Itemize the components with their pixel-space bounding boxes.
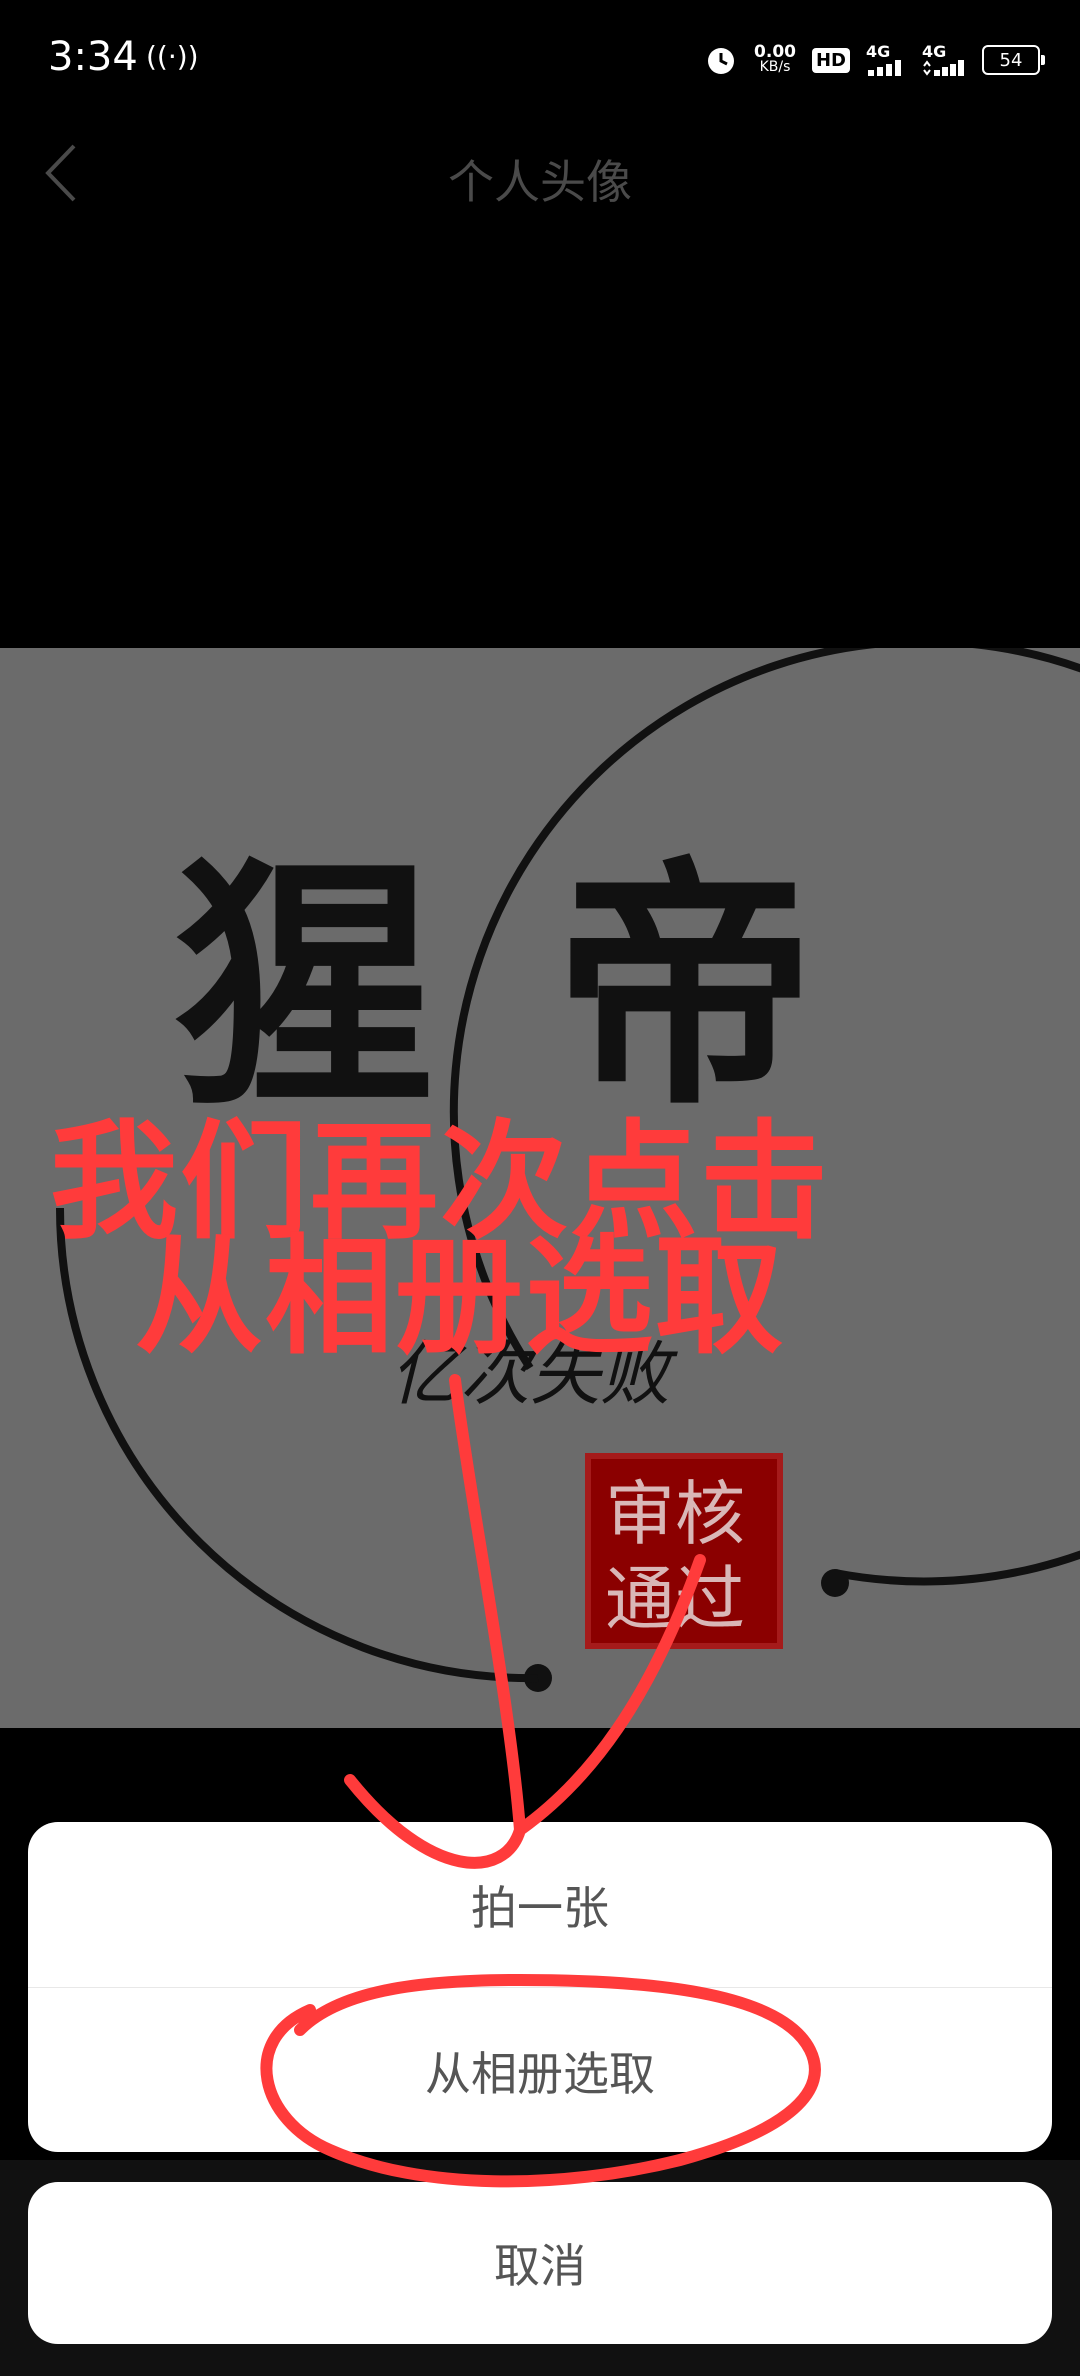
- cancel-button[interactable]: 取消: [28, 2182, 1052, 2344]
- page-title: 个人头像: [448, 155, 632, 209]
- signal-bars-icon: [868, 60, 901, 76]
- hd-icon: HD: [811, 47, 850, 73]
- stamp-line-1: 审核: [605, 1473, 745, 1555]
- signal-2-label: 4G: [922, 42, 947, 61]
- avatar-big-text-2: 帝: [555, 835, 815, 1140]
- screen: 3:34 ((·)) 0.00 KB/s HD 1 2 4G: [0, 0, 1080, 2376]
- net-speed-unit: KB/s: [759, 59, 791, 75]
- net-speed-value: 0.00: [754, 42, 796, 62]
- take-photo-button[interactable]: 拍一张: [28, 1822, 1052, 1987]
- status-icons: 0.00 KB/s HD 1 2 4G 4G: [704, 32, 1045, 88]
- avatar-big-text-1: 猩: [175, 835, 435, 1140]
- signal-1: 4G: [866, 44, 906, 76]
- status-bar: 3:34 ((·)) 0.00 KB/s HD 1 2 4G: [0, 0, 1080, 120]
- stamp-line-2: 通过: [605, 1558, 745, 1640]
- signal-2: 4G: [922, 44, 966, 76]
- action-sheet: 拍一张 从相册选取: [28, 1822, 1052, 2152]
- choose-from-album-button[interactable]: 从相册选取: [28, 1988, 1052, 2152]
- net-speed: 0.00 KB/s: [754, 42, 796, 75]
- hotspot-icon: ((·)): [146, 40, 199, 73]
- app-header: 个人头像: [0, 120, 1080, 230]
- signal-bars-icon: [923, 60, 964, 76]
- avatar-image: 猩 帝 亿次失败 审核 通过: [0, 648, 1080, 1728]
- battery-level: 54: [999, 49, 1023, 71]
- alarm-icon: [708, 48, 735, 74]
- battery-icon: 54: [982, 45, 1045, 75]
- status-time: 3:34: [48, 34, 138, 80]
- signal-1-label: 4G: [866, 42, 891, 61]
- avatar-graphic: 猩 帝 亿次失败 审核 通过: [56, 648, 1080, 1692]
- avatar-sub-text: 亿次失败: [390, 1333, 678, 1415]
